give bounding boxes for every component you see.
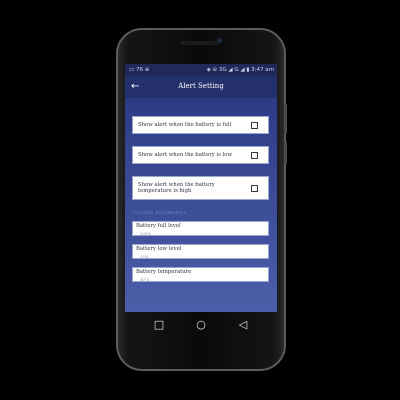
power-button xyxy=(284,142,287,164)
square-icon[interactable]: □ xyxy=(153,319,165,331)
phone-screen: ▭ 76 ⊕ ◈ ⊖ 3G ◢ G ◢ ▮ 3:47 am ← Alert Se… xyxy=(125,64,277,312)
earpiece-speaker xyxy=(181,41,219,45)
battery-temperature-value: 40°C xyxy=(140,276,150,282)
battery-low-level-field[interactable]: Battery low level 15% xyxy=(132,244,269,259)
alert-battery-low-checkbox[interactable] xyxy=(251,152,258,159)
alert-battery-full-label: Show alert when the battery is full xyxy=(138,122,232,128)
page-title: Alert Setting xyxy=(178,82,224,90)
circle-icon[interactable]: ○ xyxy=(195,319,207,331)
section-header: Custom Parameters xyxy=(133,210,187,216)
alert-battery-low-row[interactable]: Show alert when the battery is low xyxy=(132,146,269,164)
alert-battery-temperature-label: Show alert when the battery temperature … xyxy=(138,182,215,195)
battery-temperature-field[interactable]: Battery temperature 40°C xyxy=(132,267,269,282)
status-left: ▭ 76 ⊕ xyxy=(129,67,150,73)
battery-low-level-label: Battery low level xyxy=(136,246,182,252)
alert-battery-full-checkbox[interactable] xyxy=(251,122,258,129)
status-bar: ▭ 76 ⊕ ◈ ⊖ 3G ◢ G ◢ ▮ 3:47 am xyxy=(125,64,277,76)
alert-battery-temperature-checkbox[interactable] xyxy=(251,185,258,192)
battery-low-level-value: 15% xyxy=(140,253,149,259)
alert-battery-low-label: Show alert when the battery is low xyxy=(138,152,232,158)
app-bar: ← Alert Setting xyxy=(125,76,277,98)
triangle-left-icon[interactable]: ◁ xyxy=(237,319,249,331)
front-camera xyxy=(217,38,222,43)
battery-full-level-field[interactable]: Battery full level 100% xyxy=(132,221,269,236)
volume-button xyxy=(284,104,287,134)
alert-battery-full-row[interactable]: Show alert when the battery is full xyxy=(132,116,269,134)
battery-full-level-label: Battery full level xyxy=(136,223,181,229)
status-right: ◈ ⊖ 3G ◢ G ◢ ▮ 3:47 am xyxy=(206,67,274,73)
arrow-left-icon[interactable]: ← xyxy=(131,80,145,94)
battery-temperature-label: Battery temperature xyxy=(136,269,192,275)
alert-battery-temperature-row[interactable]: Show alert when the battery temperature … xyxy=(132,176,269,200)
battery-full-level-value: 100% xyxy=(140,230,151,236)
stage: ▭ 76 ⊕ ◈ ⊖ 3G ◢ G ◢ ▮ 3:47 am ← Alert Se… xyxy=(0,0,400,400)
system-nav-bar: □ ○ ◁ xyxy=(125,312,277,338)
settings-content: Show alert when the battery is full Show… xyxy=(125,98,277,312)
